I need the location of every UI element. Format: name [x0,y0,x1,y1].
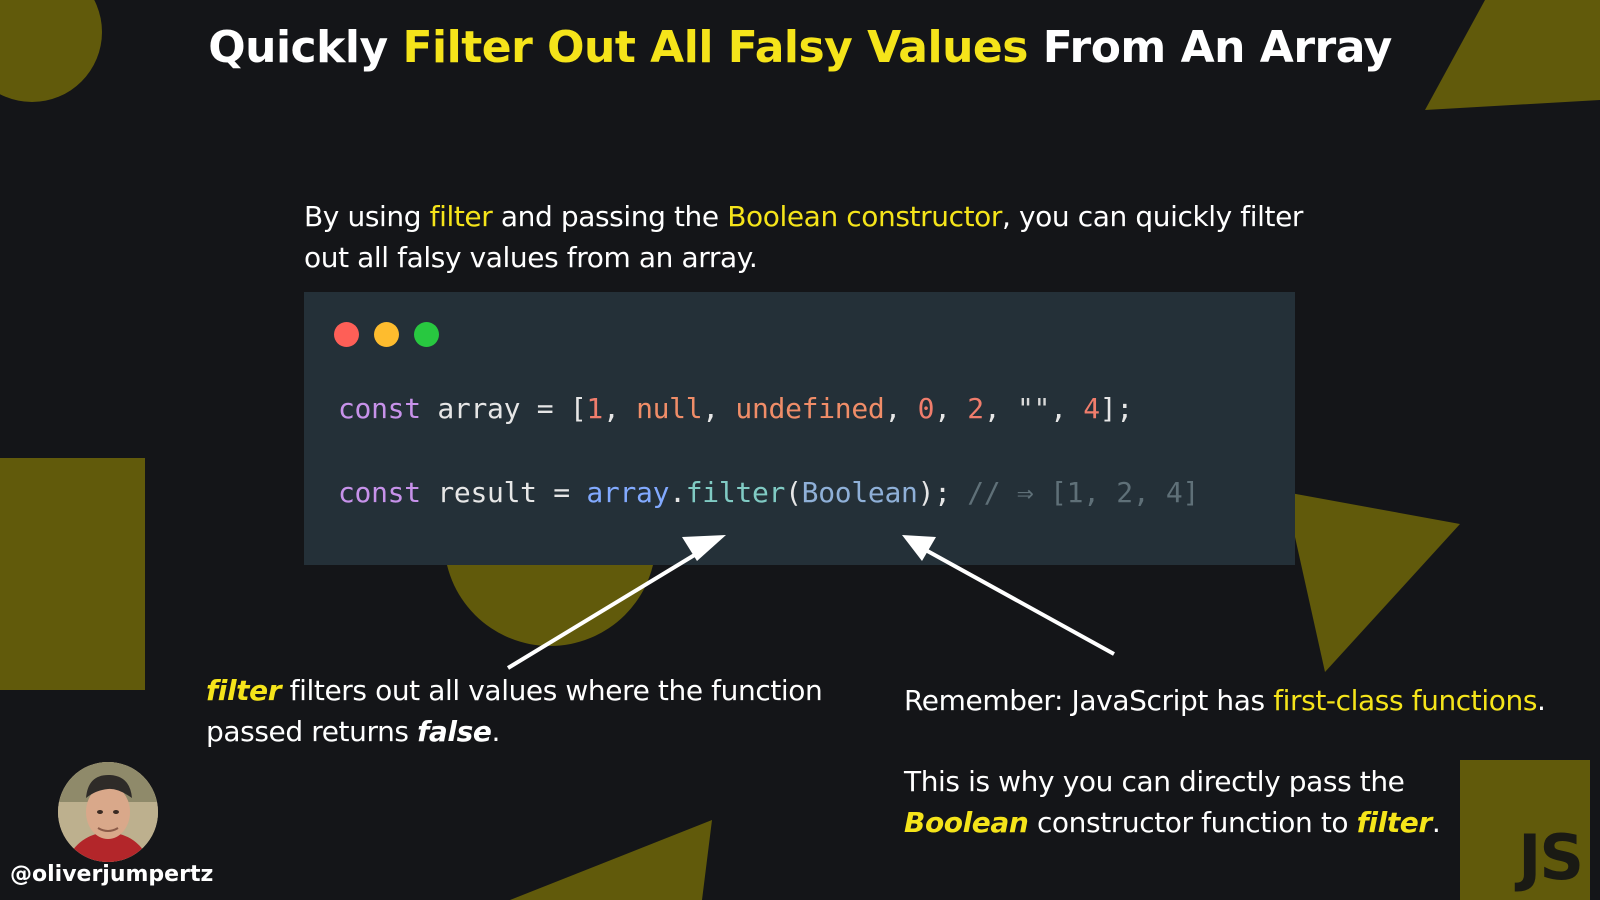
arrow-to-filter [506,546,708,670]
author-handle: @oliverjumpertz [10,862,214,887]
note-filter: filter filters out all values where the … [206,674,823,748]
arrow-to-boolean-head [902,535,936,561]
avatar-portrait [58,762,158,862]
arrow-to-boolean [921,546,1115,656]
note-boolean: This is why you can directly pass the Bo… [904,765,1441,839]
avatar [58,762,158,862]
js-logo-text: JS [1518,821,1584,894]
js-logo: JS [1460,760,1590,900]
note-first-class: Remember: JavaScript has first-class fun… [904,684,1546,717]
